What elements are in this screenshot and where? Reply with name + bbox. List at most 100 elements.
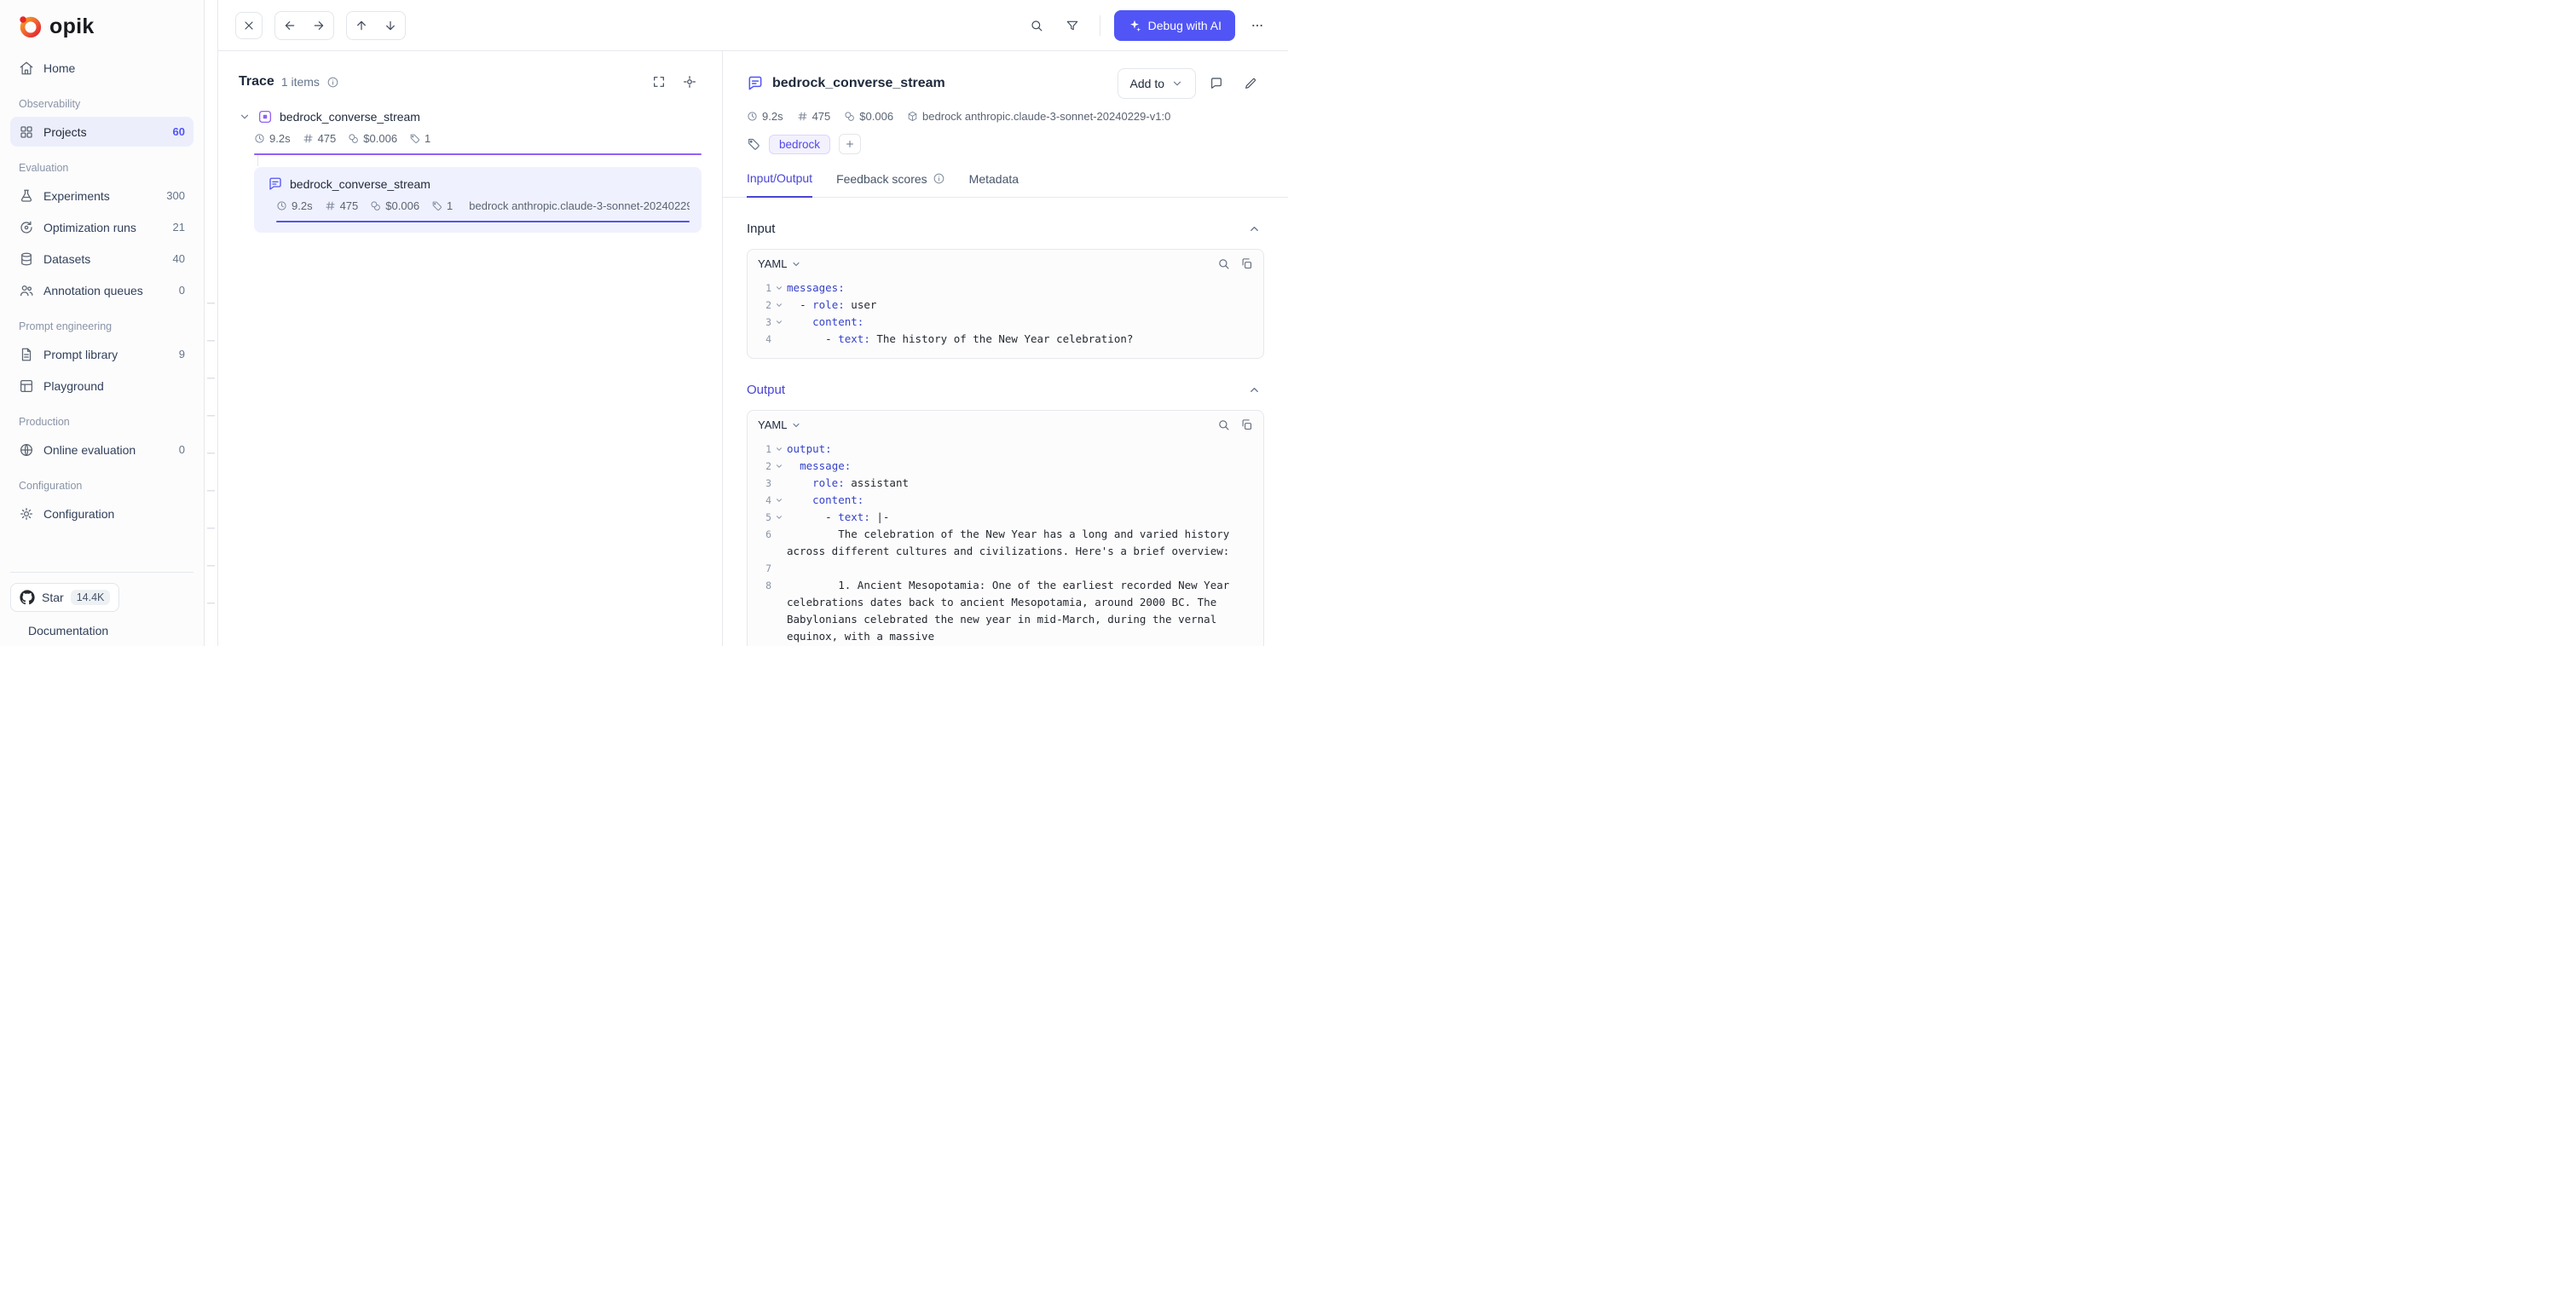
add-to-button[interactable]: Add to — [1118, 68, 1196, 99]
model-metric: bedrock anthropic.claude-3-sonnet-202402… — [907, 110, 1170, 123]
database-icon — [19, 251, 34, 267]
chevron-up-icon — [1248, 222, 1261, 235]
collapse-output-button[interactable] — [1244, 379, 1264, 400]
toolbar-right: Debug with AI — [1023, 10, 1271, 41]
output-code-block: YAML 1 output: — [747, 410, 1264, 646]
collapse-input-button[interactable] — [1244, 218, 1264, 239]
close-button[interactable] — [235, 12, 263, 39]
fold-chevron-icon[interactable] — [771, 280, 787, 297]
output-section-header: Output — [747, 379, 1264, 400]
sidebar-item-home[interactable]: Home — [10, 53, 193, 83]
line-number: 3 — [758, 475, 771, 492]
sidebar-item-playground[interactable]: Playground — [10, 371, 193, 401]
sidebar-item-documentation[interactable]: Documentation — [10, 624, 193, 637]
code-line: 3 content: — [758, 314, 1253, 331]
fold-chevron-icon[interactable] — [771, 441, 787, 458]
search-icon[interactable] — [1217, 418, 1230, 431]
chevron-down-icon — [1171, 78, 1183, 89]
sidebar-item-count: 0 — [179, 443, 185, 456]
code-line: 4 content: — [758, 492, 1253, 509]
sidebar-item-prompt-library[interactable]: Prompt library 9 — [10, 339, 193, 369]
code-block-actions — [1217, 257, 1253, 270]
cost-metric: $0.006 — [844, 110, 893, 123]
span-row-selected[interactable]: bedrock_converse_stream 9.2s 475 — [254, 167, 702, 233]
trace-row-root[interactable]: bedrock_converse_stream — [239, 109, 702, 124]
github-star-button[interactable]: Star 14.4K — [10, 583, 119, 612]
nav-section-configuration: Configuration — [19, 480, 185, 492]
main-area: Debug with AI Trace 1 items — [218, 0, 1288, 646]
tab-feedback-scores[interactable]: Feedback scores — [836, 171, 945, 197]
home-icon — [19, 61, 34, 76]
sidebar-item-label: Projects — [43, 125, 87, 139]
format-select[interactable]: YAML — [758, 418, 801, 431]
add-tag-button[interactable] — [839, 134, 861, 154]
pencil-icon — [1244, 77, 1257, 90]
cost-metric: $0.006 — [370, 199, 419, 212]
copy-icon[interactable] — [1240, 257, 1253, 270]
trace-root-metadata: 9.2s 475 $0.006 1 — [254, 132, 702, 145]
clock-icon — [254, 133, 265, 144]
line-number: 5 — [758, 509, 771, 526]
sidebar-item-optimization-runs[interactable]: Optimization runs 21 — [10, 212, 193, 242]
arrow-up-icon — [355, 19, 368, 32]
coins-icon — [370, 200, 381, 211]
tab-input-output[interactable]: Input/Output — [747, 171, 812, 198]
chevron-down-icon[interactable] — [239, 111, 251, 123]
focus-selected-button[interactable] — [678, 70, 702, 94]
globe-icon — [19, 442, 34, 458]
nav-section-evaluation: Evaluation — [19, 162, 185, 174]
sidebar-item-configuration[interactable]: Configuration — [10, 499, 193, 528]
plus-icon — [845, 139, 855, 149]
detail-title: bedrock_converse_stream — [772, 76, 945, 91]
search-button[interactable] — [1023, 12, 1050, 39]
debug-with-ai-button[interactable]: Debug with AI — [1114, 10, 1235, 41]
tag-chip-bedrock[interactable]: bedrock — [769, 135, 830, 154]
sidebar-item-count: 9 — [179, 348, 185, 360]
next-trace-button[interactable] — [304, 12, 333, 39]
next-span-button[interactable] — [376, 12, 405, 39]
trace-toolbar: Debug with AI — [218, 0, 1288, 51]
fold-chevron-icon[interactable] — [771, 458, 787, 475]
tag-count-metric: 1 — [431, 199, 453, 212]
tab-metadata[interactable]: Metadata — [969, 171, 1019, 197]
filter-button[interactable] — [1059, 12, 1086, 39]
sidebar-item-annotation-queues[interactable]: Annotation queues 0 — [10, 275, 193, 305]
line-number: 1 — [758, 441, 771, 458]
more-actions-button[interactable] — [1244, 12, 1271, 39]
fold-chevron-icon[interactable] — [771, 314, 787, 331]
panel-resize-rail[interactable] — [205, 0, 218, 646]
gear-icon — [19, 506, 34, 522]
span-duration-bar — [276, 221, 690, 222]
tokens-metric: 475 — [797, 110, 831, 123]
span-metadata: 9.2s 475 $0.006 — [276, 199, 690, 212]
detail-metadata: 9.2s 475 $0.006 bedrock anthropic.claude… — [747, 110, 1264, 123]
line-number: 3 — [758, 314, 771, 331]
search-icon[interactable] — [1217, 257, 1230, 270]
previous-trace-button[interactable] — [275, 12, 304, 39]
star-label: Star — [42, 591, 64, 604]
brand-logo[interactable]: opik — [10, 12, 193, 53]
sidebar-item-datasets[interactable]: Datasets 40 — [10, 244, 193, 274]
previous-span-button[interactable] — [347, 12, 376, 39]
code-line: 5 - text: |- — [758, 509, 1253, 526]
fold-chevron-icon[interactable] — [771, 509, 787, 526]
comments-button[interactable] — [1203, 70, 1230, 97]
sidebar-item-online-evaluation[interactable]: Online evaluation 0 — [10, 435, 193, 464]
edit-button[interactable] — [1237, 70, 1264, 97]
fold-chevron-icon[interactable] — [771, 492, 787, 509]
sidebar-item-projects[interactable]: Projects 60 — [10, 117, 193, 147]
line-number: 7 — [758, 560, 771, 577]
sidebar-item-label: Prompt library — [43, 348, 118, 361]
arrow-down-icon — [384, 19, 397, 32]
copy-icon[interactable] — [1240, 418, 1253, 431]
span-row-header: bedrock_converse_stream — [266, 176, 690, 192]
cost-metric: $0.006 — [348, 132, 397, 145]
sidebar-item-experiments[interactable]: Experiments 300 — [10, 181, 193, 211]
model-metric: bedrock anthropic.claude-3-sonnet-202402… — [465, 199, 690, 212]
expand-all-button[interactable] — [647, 70, 671, 94]
fold-chevron-icon[interactable] — [771, 297, 787, 314]
sidebar-item-label: Online evaluation — [43, 443, 136, 457]
playground-icon — [19, 378, 34, 394]
filter-icon — [1066, 19, 1079, 32]
format-select[interactable]: YAML — [758, 257, 801, 270]
